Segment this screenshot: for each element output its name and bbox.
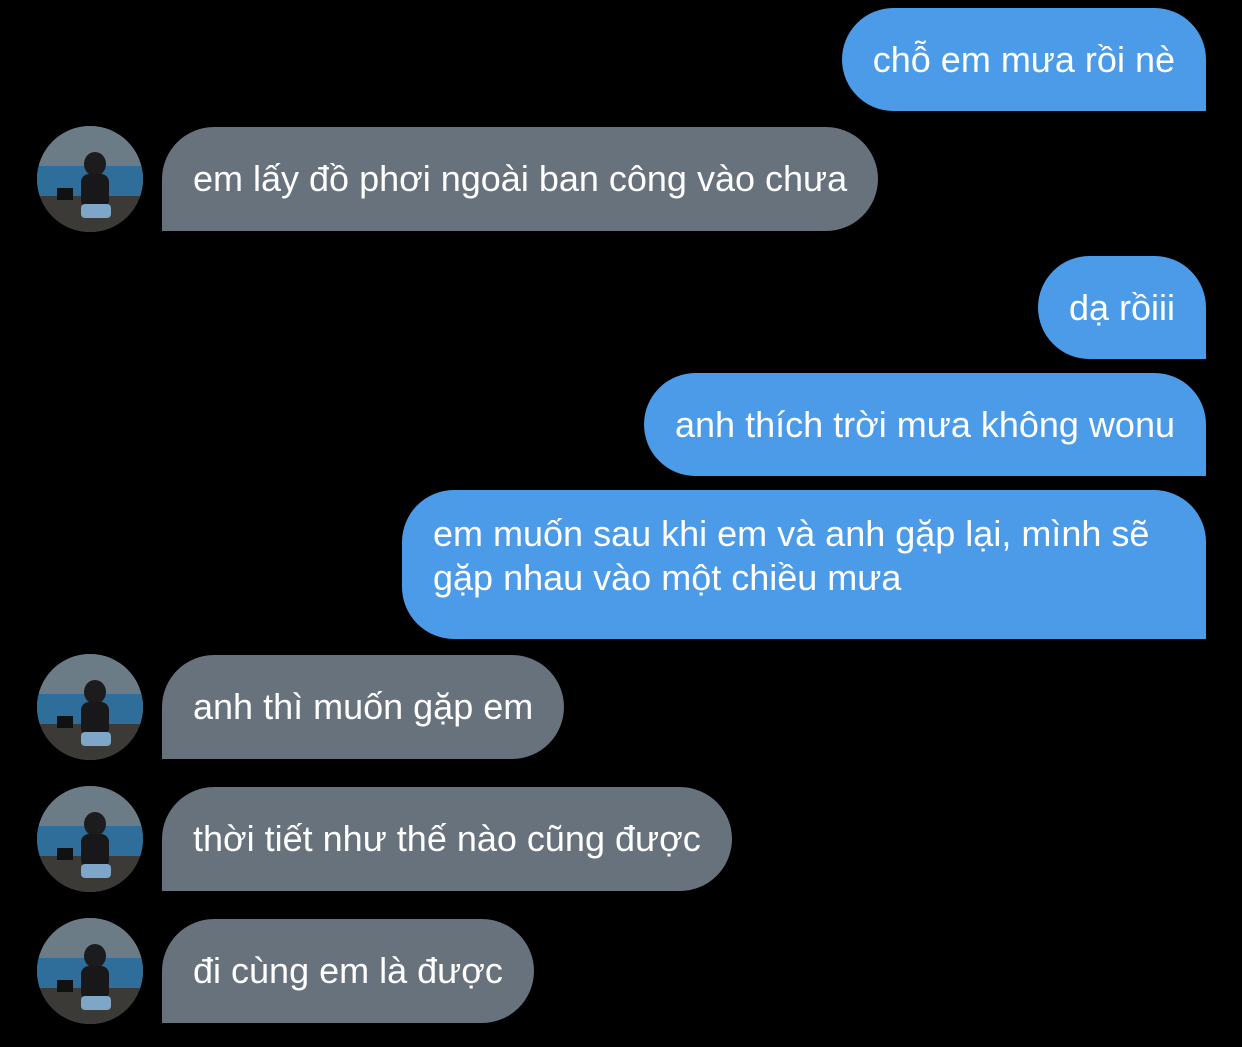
message-bubble-received[interactable]: em lấy đồ phơi ngoài ban công vào chưa [162,127,879,231]
avatar[interactable] [37,786,143,892]
avatar[interactable] [37,918,143,1024]
profile-photo-icon [37,918,143,1024]
message-bubble-sent[interactable]: em muốn sau khi em và anh gặp lại, mình … [402,490,1206,639]
profile-photo-icon [37,126,143,232]
avatar[interactable] [37,126,143,232]
message-bubble-received[interactable]: đi cùng em là được [162,919,534,1023]
message-bubble-sent[interactable]: anh thích trời mưa không wonu [644,373,1206,476]
profile-photo-icon [37,786,143,892]
message-bubble-received[interactable]: anh thì muốn gặp em [162,655,565,759]
message-bubble-received[interactable]: thời tiết như thế nào cũng được [162,787,732,891]
avatar[interactable] [37,654,143,760]
message-bubble-sent[interactable]: chỗ em mưa rồi nè [841,8,1206,111]
profile-photo-icon [37,654,143,760]
message-bubble-sent[interactable]: dạ rồiii [1037,256,1206,359]
